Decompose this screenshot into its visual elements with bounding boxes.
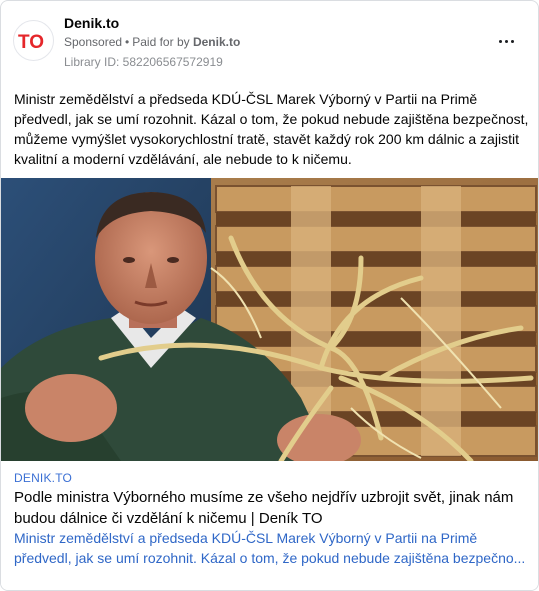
link-headline[interactable]: Podle ministra Výborného musíme ze všeho… xyxy=(14,487,529,529)
more-horizontal-icon-dot xyxy=(511,40,514,43)
paid-for-prefix: Paid for by xyxy=(132,35,190,49)
ad-image[interactable] xyxy=(1,178,538,461)
page-avatar[interactable]: TO xyxy=(13,20,54,61)
sponsor-line: Sponsored • Paid for by Denik.to xyxy=(64,35,240,49)
more-horizontal-icon xyxy=(499,40,502,43)
paid-for-name[interactable]: Denik.to xyxy=(193,35,240,49)
link-preview[interactable]: DENIK.TO Podle ministra Výborného musíme… xyxy=(1,461,538,590)
sponsored-label: Sponsored xyxy=(64,35,123,49)
link-description: Ministr zemědělství a předseda KDÚ-ČSL M… xyxy=(14,528,524,568)
more-options-button[interactable] xyxy=(494,31,520,51)
link-description-line-1: Ministr zemědělství a předseda KDÚ-ČSL M… xyxy=(14,530,478,546)
more-horizontal-icon-dot xyxy=(505,40,508,43)
avatar-text: TO xyxy=(18,32,44,53)
separator-dot: • xyxy=(125,35,130,49)
ad-card: TO Denik.to Sponsored • Paid for by Denik.… xyxy=(0,0,539,591)
denik-to-logo-icon: TO xyxy=(18,32,44,53)
library-id: Library ID: 582206567572919 xyxy=(64,55,223,69)
post-text: Ministr zemědělství a předseda KDÚ-ČSL M… xyxy=(14,91,529,167)
link-description-line-2: předvedl, jak se umí rozohnit. Kázal o t… xyxy=(14,550,524,566)
page-name[interactable]: Denik.to xyxy=(64,15,119,31)
post-header: TO Denik.to Sponsored • Paid for by Denik.… xyxy=(1,1,538,81)
ad-photo-illustration xyxy=(1,178,538,461)
link-domain: DENIK.TO xyxy=(14,471,73,485)
